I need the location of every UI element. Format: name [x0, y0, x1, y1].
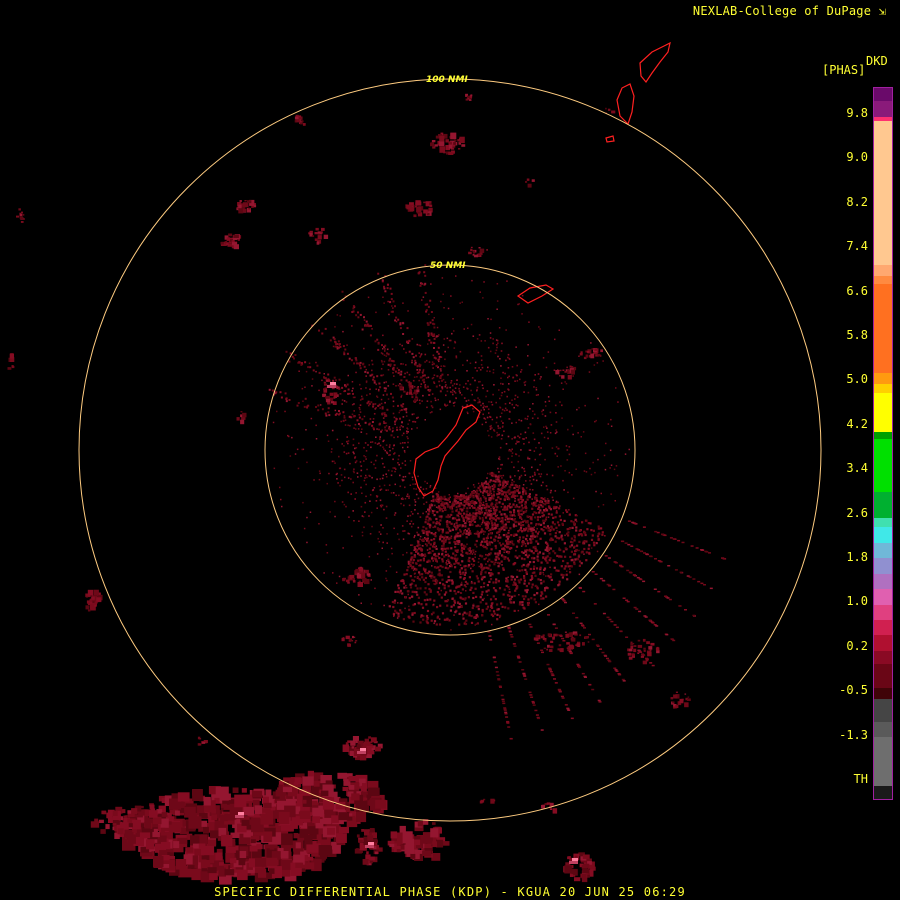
- legend-tick-label: 9.0: [846, 150, 868, 165]
- legend-tick-label: 1.0: [846, 594, 868, 609]
- legend-tick-label: 8.2: [846, 194, 868, 209]
- credit-text: NEXLAB-College of DuPage: [692, 4, 872, 18]
- legend-tick-label: -1.3: [839, 727, 868, 742]
- legend-tick-label: 5.0: [846, 372, 868, 387]
- credit-header: NEXLAB-College of DuPage ⇲: [693, 4, 886, 18]
- legend-tick-label: -0.5: [839, 683, 868, 698]
- range-rings: 50 NMI 100 NMI: [78, 75, 822, 822]
- legend-tick-label: 4.2: [846, 416, 868, 431]
- legend-tick-label: 9.8: [846, 106, 868, 120]
- saipan-coastline: [639, 41, 671, 84]
- legend-color-bar: [873, 87, 893, 800]
- ring-label-100: 100 NMI: [426, 75, 468, 85]
- radar-echoes: [7, 93, 727, 885]
- legend-tick-label: 0.2: [846, 638, 868, 653]
- rota-coastline: [516, 284, 555, 304]
- legend-tick-label: 5.8: [846, 328, 868, 342]
- legend-unit-top: DKD: [866, 54, 888, 68]
- legend-unit-sub: [PHAS]: [822, 63, 866, 77]
- product-title: SPECIFIC DIFFERENTIAL PHASE (KDP) - KGUA…: [214, 885, 686, 899]
- legend-tick-label: 2.6: [846, 505, 868, 520]
- legend-tick-label: 3.4: [846, 461, 868, 476]
- arrow-icon: ⇲: [878, 4, 886, 18]
- legend-tick-label: 6.6: [846, 283, 868, 298]
- tinian-coastline: [616, 83, 635, 126]
- aguijan-coastline: [605, 135, 615, 143]
- ring-label-50: 50 NMI: [430, 261, 466, 271]
- radar-map: 50 NMI 100 NMI: [7, 41, 822, 885]
- legend-tick-label: 7.4: [846, 239, 868, 254]
- guam-coastline: [413, 404, 481, 497]
- radar-display: 50 NMI 100 NMI NEXLAB-College of DuPage …: [0, 0, 900, 900]
- legend-tick-label: 1.8: [846, 550, 868, 564]
- legend-tick-label: TH: [853, 772, 868, 786]
